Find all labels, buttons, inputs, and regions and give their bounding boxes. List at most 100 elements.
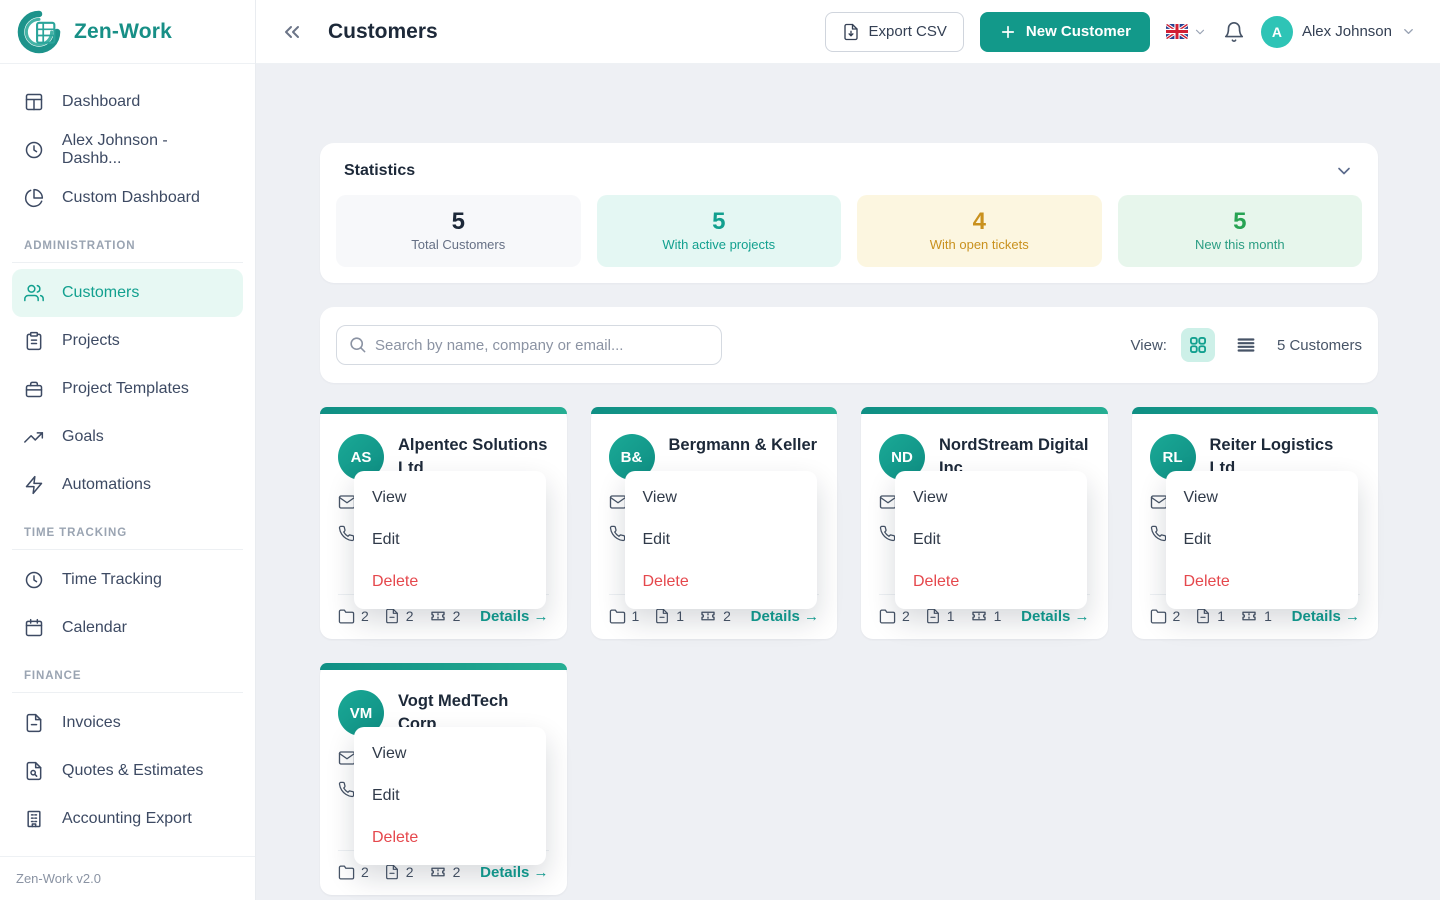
document-icon	[384, 608, 400, 624]
pie-chart-icon	[24, 187, 46, 209]
menu-item-edit[interactable]: Edit	[1166, 521, 1358, 559]
documents-count: 1	[654, 608, 684, 624]
details-link[interactable]: Details →	[751, 608, 819, 625]
details-link[interactable]: Details →	[480, 864, 548, 881]
menu-item-view[interactable]: View	[354, 735, 546, 773]
section-divider	[12, 692, 243, 693]
sidebar-item-project-templates[interactable]: Project Templates	[0, 365, 255, 413]
sidebar-item-dashboard[interactable]: Dashboard	[0, 78, 255, 126]
card-accent-bar	[861, 407, 1108, 414]
main-content: Statistics 5 Total Customers 5 With acti…	[256, 64, 1440, 900]
notifications-bell-icon[interactable]	[1223, 21, 1245, 43]
top-header: Customers Export CSV New Customer	[256, 0, 1440, 64]
sidebar-item-projects[interactable]: Projects	[0, 317, 255, 365]
stat-open-tickets: 4 With open tickets	[857, 195, 1102, 267]
folder-icon	[609, 608, 626, 625]
card-accent-bar	[320, 407, 567, 414]
card-context-menu: View Edit Delete	[1166, 471, 1358, 609]
tickets-count: 2	[429, 863, 461, 881]
tickets-count: 1	[1240, 607, 1272, 625]
card-accent-bar	[1132, 407, 1379, 414]
zap-icon	[24, 474, 46, 496]
header-actions: Export CSV New Customer A Alex Johnson	[825, 12, 1416, 52]
user-menu[interactable]: A Alex Johnson	[1261, 16, 1416, 48]
sidebar-item-label: Project Templates	[62, 380, 189, 398]
sidebar-item-alex-dashboard[interactable]: Alex Johnson - Dashb...	[0, 126, 255, 174]
sidebar-item-label: Custom Dashboard	[62, 189, 200, 207]
menu-item-delete[interactable]: Delete	[354, 819, 546, 857]
menu-item-edit[interactable]: Edit	[625, 521, 817, 559]
collapse-statistics-icon[interactable]	[1334, 161, 1354, 181]
customer-card: B& Bergmann & Keller	[591, 407, 838, 639]
projects-count: 2	[879, 608, 910, 625]
app-version: Zen-Work v2.0	[0, 856, 255, 900]
tickets-count: 1	[970, 607, 1002, 625]
sidebar-item-customers[interactable]: Customers	[12, 269, 243, 317]
details-link[interactable]: Details →	[1292, 608, 1360, 625]
documents-count: 2	[384, 864, 414, 880]
clock-icon	[24, 569, 46, 591]
sidebar-item-time-tracking[interactable]: Time Tracking	[0, 556, 255, 604]
section-divider	[12, 549, 243, 550]
new-customer-button[interactable]: New Customer	[980, 12, 1150, 52]
calendar-icon	[24, 617, 46, 639]
projects-count: 2	[338, 608, 369, 625]
customer-name: Bergmann & Keller	[669, 434, 820, 457]
menu-item-edit[interactable]: Edit	[895, 521, 1087, 559]
card-accent-bar	[320, 663, 567, 670]
sidebar-item-label: Goals	[62, 428, 104, 446]
phone-icon	[338, 525, 355, 542]
trending-up-icon	[24, 426, 46, 448]
user-avatar: A	[1261, 16, 1293, 48]
sidebar-item-calendar[interactable]: Calendar	[0, 604, 255, 652]
user-name: Alex Johnson	[1302, 23, 1392, 40]
projects-count: 1	[609, 608, 640, 625]
menu-item-view[interactable]: View	[895, 479, 1087, 517]
export-csv-button[interactable]: Export CSV	[825, 12, 964, 52]
ticket-icon	[429, 863, 447, 881]
document-icon	[925, 608, 941, 624]
sidebar-item-quotes-estimates[interactable]: Quotes & Estimates	[0, 747, 255, 795]
clock-icon	[24, 139, 46, 161]
grid-view-button[interactable]	[1181, 328, 1215, 362]
sidebar-item-label: Dashboard	[62, 93, 140, 111]
menu-item-delete[interactable]: Delete	[895, 563, 1087, 601]
folder-icon	[338, 864, 355, 881]
menu-item-view[interactable]: View	[1166, 479, 1358, 517]
menu-item-delete[interactable]: Delete	[625, 563, 817, 601]
statistics-panel: Statistics 5 Total Customers 5 With acti…	[320, 143, 1378, 283]
sidebar-item-label: Calendar	[62, 619, 127, 637]
sidebar-item-label: Quotes & Estimates	[62, 762, 203, 780]
sidebar-item-label: Time Tracking	[62, 571, 162, 589]
sidebar-item-invoices[interactable]: Invoices	[0, 699, 255, 747]
sidebar-item-goals[interactable]: Goals	[0, 413, 255, 461]
ticket-icon	[429, 607, 447, 625]
menu-item-view[interactable]: View	[625, 479, 817, 517]
language-selector[interactable]	[1166, 24, 1207, 39]
menu-item-view[interactable]: View	[354, 479, 546, 517]
menu-item-edit[interactable]: Edit	[354, 777, 546, 815]
customer-card: AS Alpentec Solutions Ltd	[320, 407, 567, 639]
menu-item-delete[interactable]: Delete	[354, 563, 546, 601]
menu-item-delete[interactable]: Delete	[1166, 563, 1358, 601]
sidebar-nav: Dashboard Alex Johnson - Dashb... Custom…	[0, 64, 255, 843]
search-input[interactable]	[336, 325, 722, 365]
sidebar-item-accounting-export[interactable]: Accounting Export	[0, 795, 255, 843]
building-icon	[24, 808, 46, 830]
details-link[interactable]: Details →	[480, 608, 548, 625]
customer-count: 5 Customers	[1277, 337, 1362, 354]
phone-icon	[609, 525, 626, 542]
menu-item-edit[interactable]: Edit	[354, 521, 546, 559]
folder-icon	[879, 608, 896, 625]
documents-count: 2	[384, 608, 414, 624]
dashboard-icon	[24, 91, 46, 113]
tickets-count: 2	[699, 607, 731, 625]
list-view-button[interactable]	[1229, 328, 1263, 362]
sidebar-collapse-icon[interactable]	[280, 20, 304, 44]
sidebar-item-automations[interactable]: Automations	[0, 461, 255, 509]
sidebar-item-custom-dashboard[interactable]: Custom Dashboard	[0, 174, 255, 222]
details-link[interactable]: Details →	[1021, 608, 1089, 625]
card-context-menu: View Edit Delete	[895, 471, 1087, 609]
documents-count: 1	[925, 608, 955, 624]
card-context-menu: View Edit Delete	[354, 471, 546, 609]
